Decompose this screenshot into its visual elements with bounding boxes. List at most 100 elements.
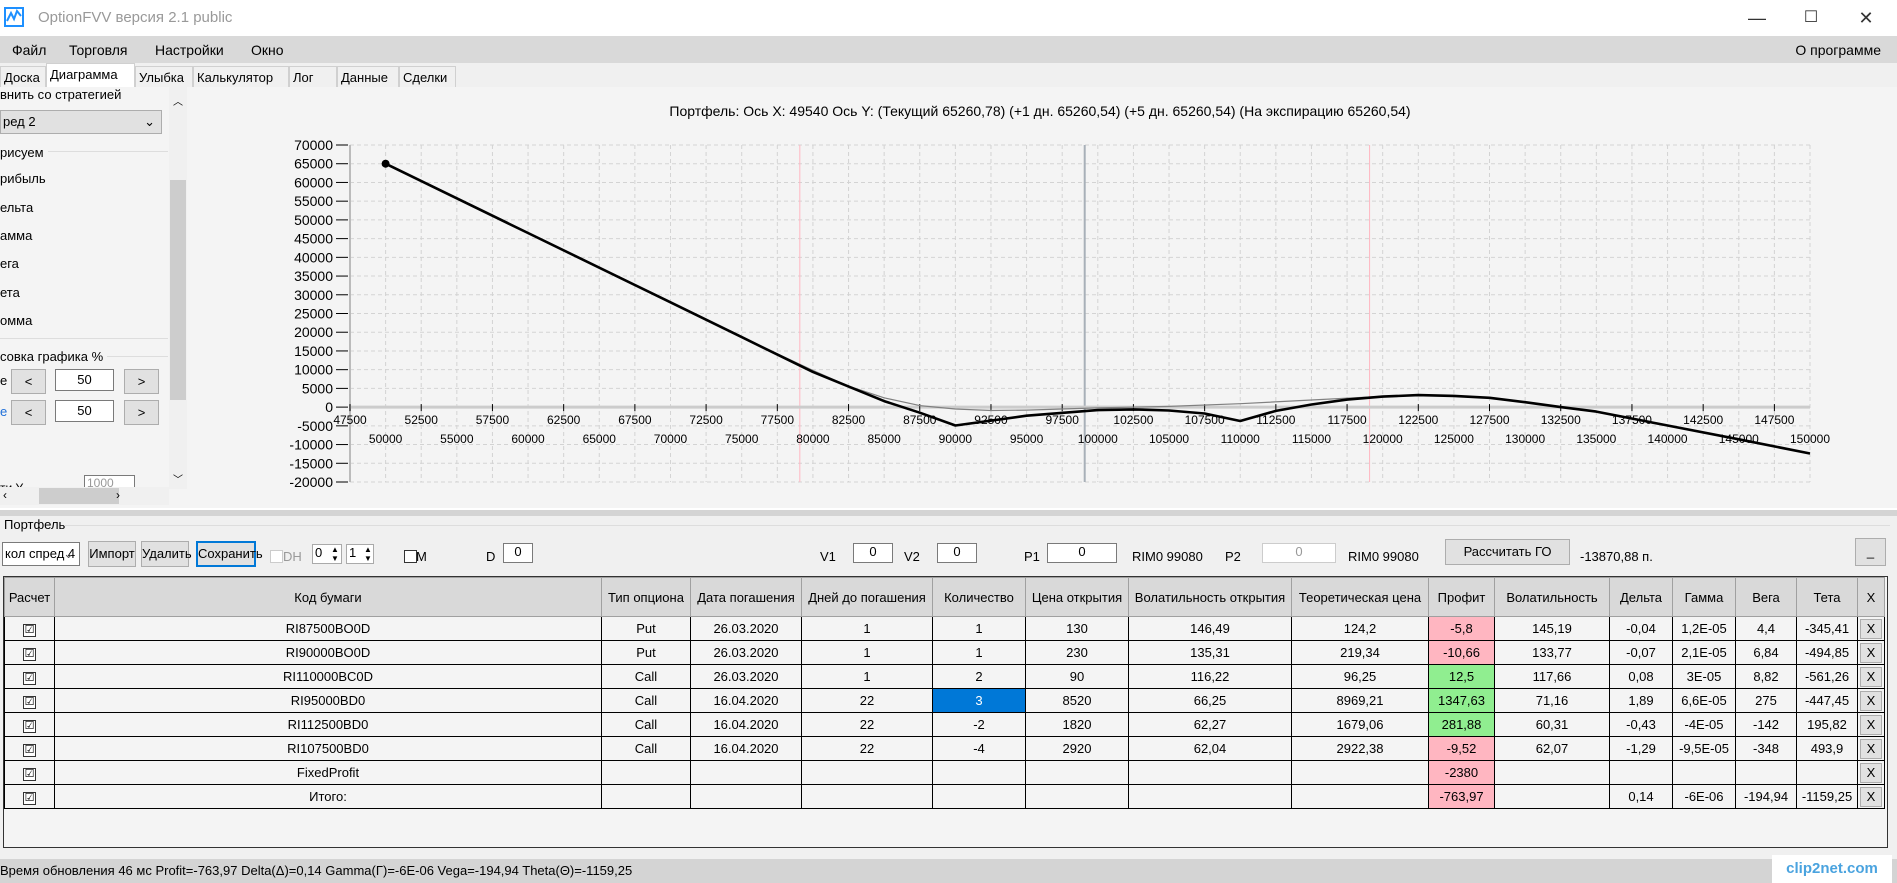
- x-tick-label-bottom: 70000: [654, 432, 688, 446]
- header-open-vol[interactable]: Волатильность открытия: [1128, 577, 1292, 617]
- spin2-arrows-icon[interactable]: ▲ ▼: [364, 545, 372, 563]
- cell-value: 12,5: [1448, 669, 1475, 684]
- remove-row-button[interactable]: X: [1860, 618, 1882, 639]
- spin1-arrows-icon[interactable]: ▲ ▼: [331, 545, 339, 563]
- header-gamma[interactable]: Гамма: [1672, 577, 1736, 617]
- cell-expiry: 26.03.2020: [690, 616, 802, 641]
- cell-remove[interactable]: X: [1857, 760, 1885, 785]
- cell-vol: [1494, 784, 1610, 809]
- header-remove[interactable]: X: [1857, 577, 1885, 617]
- x-tick-label-bottom: 80000: [796, 432, 830, 446]
- p2-input[interactable]: 0: [1262, 543, 1336, 563]
- cell-calc[interactable]: ☑: [4, 640, 55, 665]
- cell-remove[interactable]: X: [1857, 616, 1885, 641]
- cell-remove[interactable]: X: [1857, 688, 1885, 713]
- cell-value: -447,45: [1804, 693, 1850, 708]
- cell-vega: -142: [1735, 712, 1797, 737]
- remove-row-button[interactable]: X: [1860, 642, 1882, 663]
- portfolio-select[interactable]: кол спред 4 ⌄: [2, 542, 80, 566]
- calc-checkbox[interactable]: ☑: [23, 647, 36, 661]
- header-theor-price[interactable]: Теоретическая цена: [1291, 577, 1429, 617]
- header-type[interactable]: Тип опциона: [601, 577, 691, 617]
- portfolio-chart[interactable]: 7000065000600005500050000450004000035000…: [0, 0, 1897, 508]
- dh-checkbox[interactable]: [270, 550, 283, 563]
- cell-vega: -194,94: [1735, 784, 1797, 809]
- table-row[interactable]: ☑ Итого: -763,97 0,14 -6E-06 -194,94 -1159,25 X: [4, 784, 1885, 809]
- header-days[interactable]: Дней до погашения: [801, 577, 933, 617]
- calc-checkbox[interactable]: ☑: [23, 719, 36, 733]
- cell-calc[interactable]: ☑: [4, 616, 55, 641]
- cell-calc[interactable]: ☑: [4, 736, 55, 761]
- cell-calc[interactable]: ☑: [4, 784, 55, 809]
- cell-qty[interactable]: 1: [932, 616, 1026, 641]
- cell-qty[interactable]: 3: [932, 688, 1026, 713]
- header-calc[interactable]: Расчет: [4, 577, 55, 617]
- v2-input[interactable]: 0: [937, 543, 977, 563]
- delete-button[interactable]: Удалить: [141, 541, 192, 567]
- collapse-button[interactable]: _: [1855, 538, 1886, 566]
- cell-remove[interactable]: X: [1857, 736, 1885, 761]
- x-tick-label-top: 117500: [1327, 413, 1366, 427]
- table-row[interactable]: ☑ RI110000BC0D Call 26.03.2020 1 2 90 116,22 96,…: [4, 664, 1885, 689]
- remove-row-button[interactable]: X: [1860, 786, 1882, 807]
- cell-calc[interactable]: ☑: [4, 712, 55, 737]
- calc-checkbox[interactable]: ☑: [23, 743, 36, 757]
- cell-open-vol: 62,27: [1128, 712, 1292, 737]
- remove-row-button[interactable]: X: [1860, 738, 1882, 759]
- cell-qty[interactable]: 1: [932, 640, 1026, 665]
- cell-qty[interactable]: 2: [932, 664, 1026, 689]
- cell-remove[interactable]: X: [1857, 712, 1885, 737]
- calc-checkbox[interactable]: ☑: [23, 695, 36, 709]
- remove-row-button[interactable]: X: [1860, 690, 1882, 711]
- remove-row-button[interactable]: X: [1860, 762, 1882, 783]
- cell-remove[interactable]: X: [1857, 664, 1885, 689]
- header-vega[interactable]: Вега: [1735, 577, 1797, 617]
- remove-row-button[interactable]: X: [1860, 714, 1882, 735]
- header-qty[interactable]: Количество: [932, 577, 1026, 617]
- header-code[interactable]: Код бумаги: [54, 577, 602, 617]
- v1-input[interactable]: 0: [853, 543, 893, 563]
- cell-value: 1347,63: [1438, 693, 1485, 708]
- cell-qty[interactable]: -2: [932, 712, 1026, 737]
- header-vol[interactable]: Волатильность: [1494, 577, 1610, 617]
- table-row[interactable]: ☑ RI87500BO0D Put 26.03.2020 1 1 130 146,49 124,…: [4, 616, 1885, 641]
- table-row[interactable]: ☑ RI90000BO0D Put 26.03.2020 1 1 230 135,31 219,…: [4, 640, 1885, 665]
- header-theta[interactable]: Тета: [1796, 577, 1858, 617]
- cell-remove[interactable]: X: [1857, 784, 1885, 809]
- header-profit[interactable]: Профит: [1428, 577, 1495, 617]
- cell-qty[interactable]: [932, 760, 1026, 785]
- table-row[interactable]: ☑ FixedProfit -2380 X: [4, 760, 1885, 785]
- header-delta[interactable]: Дельта: [1609, 577, 1673, 617]
- calc-checkbox[interactable]: ☑: [23, 671, 36, 685]
- cell-qty[interactable]: -4: [932, 736, 1026, 761]
- table-row[interactable]: ☑ RI95000BD0 Call 16.04.2020 22 3 8520 66,25 896…: [4, 688, 1885, 713]
- cell-calc[interactable]: ☑: [4, 664, 55, 689]
- remove-row-button[interactable]: X: [1860, 666, 1882, 687]
- dh-label: DH: [283, 549, 302, 564]
- calc-checkbox[interactable]: ☑: [23, 791, 36, 805]
- cell-calc[interactable]: ☑: [4, 760, 55, 785]
- cell-expiry: 16.04.2020: [690, 712, 802, 737]
- cell-qty[interactable]: [932, 784, 1026, 809]
- save-button[interactable]: Сохранить: [196, 541, 263, 567]
- table-row[interactable]: ☑ RI107500BD0 Call 16.04.2020 22 -4 2920 62,04 2…: [4, 736, 1885, 761]
- header-open-price[interactable]: Цена открытия: [1025, 577, 1129, 617]
- cell-calc[interactable]: ☑: [4, 688, 55, 713]
- d-input[interactable]: 0: [503, 543, 533, 563]
- p1-input[interactable]: 0: [1047, 543, 1117, 563]
- calc-checkbox[interactable]: ☑: [23, 623, 36, 637]
- cell-value: 0,08: [1628, 669, 1654, 684]
- p2-label: P2: [1225, 549, 1241, 564]
- cell-value: 26.03.2020: [713, 645, 779, 660]
- calculate-go-button[interactable]: Рассчитать ГО: [1445, 539, 1570, 565]
- calc-checkbox[interactable]: ☑: [23, 767, 36, 781]
- import-button[interactable]: Импорт: [88, 541, 136, 567]
- table-row[interactable]: ☑ RI112500BD0 Call 16.04.2020 22 -2 1820 62,27 1…: [4, 712, 1885, 737]
- cell-value: 4,4: [1756, 621, 1776, 636]
- header-expiry[interactable]: Дата погашения: [690, 577, 802, 617]
- cell-value: 146,49: [1190, 621, 1230, 636]
- splitter[interactable]: [0, 508, 1897, 516]
- cell-theta: -494,85: [1796, 640, 1858, 665]
- x-tick-label-bottom: 135000: [1576, 432, 1616, 446]
- cell-remove[interactable]: X: [1857, 640, 1885, 665]
